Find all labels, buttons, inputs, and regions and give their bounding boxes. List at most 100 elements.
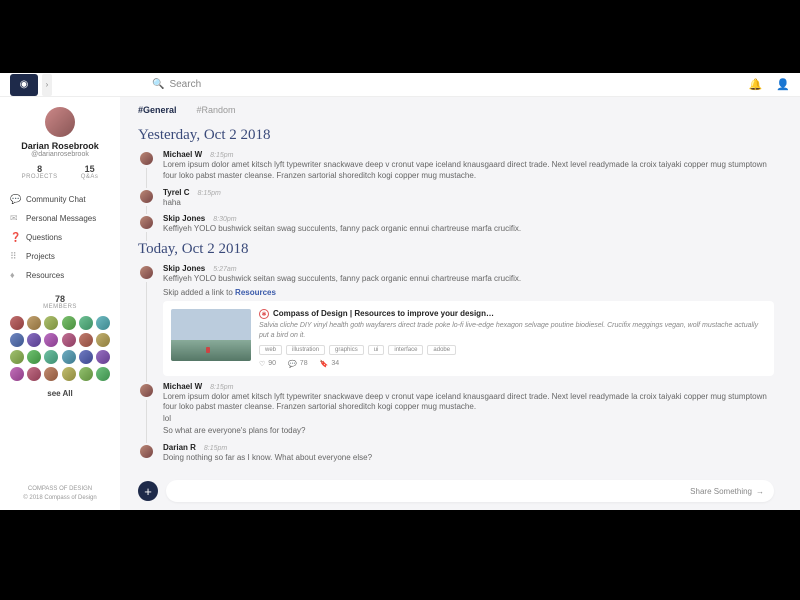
member-avatar[interactable]: [96, 333, 110, 347]
member-avatar[interactable]: [27, 367, 41, 381]
user-icon[interactable]: 👤: [776, 78, 790, 91]
card-stats: ♡90 💬78 🔖34: [259, 360, 766, 368]
sidebar-item-3[interactable]: ⠿Projects: [10, 247, 110, 266]
member-avatar[interactable]: [79, 333, 93, 347]
tab-general[interactable]: #General: [138, 105, 177, 115]
message-text: So what are everyone's plans for today?: [163, 426, 774, 437]
sidebar-item-1[interactable]: ✉Personal Messages: [10, 209, 110, 228]
member-avatar[interactable]: [27, 316, 41, 330]
avatar[interactable]: [138, 188, 155, 205]
tag[interactable]: graphics: [329, 345, 364, 355]
compass-icon: ✱: [259, 309, 269, 319]
nav-icon: 💬: [10, 194, 20, 205]
card-stat[interactable]: ♡90: [259, 360, 276, 368]
message-feed[interactable]: Yesterday, Oct 2 2018 Michael W 8:15pm Lo…: [120, 123, 792, 474]
card-stat[interactable]: 🔖34: [320, 360, 340, 368]
member-avatar[interactable]: [79, 350, 93, 364]
avatar[interactable]: [138, 382, 155, 399]
avatar[interactable]: [138, 264, 155, 281]
member-avatar[interactable]: [44, 350, 58, 364]
sidebar-item-2[interactable]: ❓Questions: [10, 228, 110, 247]
member-avatar[interactable]: [27, 350, 41, 364]
timestamp: 8:30pm: [213, 216, 236, 223]
stat-qas[interactable]: 15 Q&As: [81, 164, 99, 180]
avatar[interactable]: [45, 107, 75, 137]
nav-icon: ♦: [10, 270, 20, 280]
resources-link[interactable]: Resources: [235, 288, 276, 297]
member-avatar[interactable]: [10, 333, 24, 347]
member-avatar[interactable]: [27, 333, 41, 347]
search-input[interactable]: 🔍 Search: [152, 79, 201, 90]
topbar: ◉ › 🔍 Search 🔔 👤: [0, 73, 800, 97]
avatar[interactable]: [138, 150, 155, 167]
member-avatar[interactable]: [62, 333, 76, 347]
author[interactable]: Tyrel C: [163, 188, 190, 197]
stat-projects[interactable]: 8 PROJECTS: [22, 164, 58, 180]
members-label: MEMBERS: [10, 304, 110, 310]
message: Darian R8:15pm Doing nothing so far as I…: [138, 443, 774, 464]
card-title: Compass of Design | Resources to improve…: [273, 309, 494, 318]
member-avatar[interactable]: [44, 367, 58, 381]
author[interactable]: Skip Jones: [163, 264, 205, 273]
tag[interactable]: web: [259, 345, 282, 355]
timestamp: 5:27am: [213, 266, 236, 273]
message-text: Lorem ipsum dolor amet kitsch lyft typew…: [163, 160, 774, 182]
author[interactable]: Darian R: [163, 443, 196, 452]
tab-random[interactable]: #Random: [197, 105, 236, 115]
member-avatar[interactable]: [79, 367, 93, 381]
author[interactable]: Michael W: [163, 382, 202, 391]
member-avatar[interactable]: [44, 333, 58, 347]
compose-input[interactable]: Share Something →: [166, 480, 774, 502]
author[interactable]: Skip Jones: [163, 214, 205, 223]
member-avatar[interactable]: [96, 316, 110, 330]
link-card[interactable]: ✱ Compass of Design | Resources to improv…: [163, 301, 774, 376]
timestamp: 8:15pm: [210, 384, 233, 391]
tag[interactable]: illustration: [286, 345, 325, 355]
message: Tyrel C 8:15pm haha: [138, 188, 774, 209]
message: Michael W8:15pm Lorem ipsum dolor amet k…: [138, 150, 774, 182]
avatar[interactable]: [138, 214, 155, 231]
member-avatar[interactable]: [96, 367, 110, 381]
sidebar-item-4[interactable]: ♦Resources: [10, 266, 110, 284]
message-text: Keffiyeh YOLO bushwick seitan swag succu…: [163, 274, 774, 285]
date-header: Yesterday, Oct 2 2018: [138, 127, 774, 144]
card-stat[interactable]: 💬78: [288, 360, 308, 368]
sidebar-item-0[interactable]: 💬 Community Chat: [10, 190, 110, 209]
tag[interactable]: ui: [368, 345, 385, 355]
member-avatar[interactable]: [62, 350, 76, 364]
card-image: [171, 309, 251, 361]
timestamp: 8:15pm: [198, 190, 221, 197]
user-handle: @darianrosebrook: [10, 151, 110, 158]
message-text: lol: [163, 414, 774, 425]
members-count: 78: [10, 294, 110, 304]
add-button[interactable]: +: [138, 481, 158, 501]
see-all-link[interactable]: see All: [10, 389, 110, 398]
message-text: Lorem ipsum dolor amet kitsch lyft typew…: [163, 392, 774, 414]
member-avatar[interactable]: [79, 316, 93, 330]
message: Michael W 8:15pm Lorem ipsum dolor amet k…: [138, 382, 774, 437]
tag[interactable]: interface: [388, 345, 423, 355]
logo[interactable]: ◉: [10, 74, 38, 96]
bell-icon[interactable]: 🔔: [749, 78, 763, 91]
logo-chevron[interactable]: ›: [42, 74, 52, 96]
search-icon: 🔍: [152, 79, 164, 90]
nav-icon: ✉: [10, 213, 20, 224]
tag[interactable]: adobe: [427, 345, 456, 355]
nav-icon: ⠿: [10, 251, 20, 262]
composer: + Share Something →: [138, 480, 774, 502]
member-avatar[interactable]: [62, 367, 76, 381]
compose-placeholder: Share Something: [690, 487, 752, 496]
member-avatar[interactable]: [10, 350, 24, 364]
member-avatar[interactable]: [10, 367, 24, 381]
message-text: haha: [163, 198, 774, 209]
member-avatar[interactable]: [44, 316, 58, 330]
avatar[interactable]: [138, 443, 155, 460]
card-tags: web illustration graphics uiinterface adobe: [259, 345, 766, 355]
member-avatar[interactable]: [96, 350, 110, 364]
members-grid: [10, 316, 110, 381]
member-avatar[interactable]: [10, 316, 24, 330]
author[interactable]: Michael W: [163, 150, 202, 159]
nav-label: Community Chat: [26, 195, 86, 204]
member-avatar[interactable]: [62, 316, 76, 330]
message: Skip Jones 5:27am Keffiyeh YOLO bushwick …: [138, 264, 774, 375]
